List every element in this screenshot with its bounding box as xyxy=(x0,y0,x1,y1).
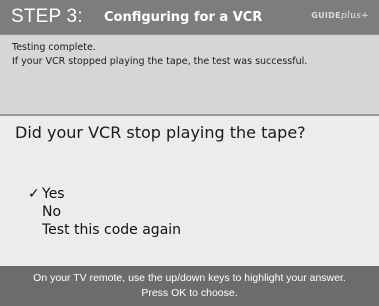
option-label: Test this code again xyxy=(42,222,182,238)
status-line-1: Testing complete. xyxy=(12,42,96,53)
logo-plus-text: plus+ xyxy=(340,11,369,21)
option-label: No xyxy=(42,204,62,220)
option-label: Yes xyxy=(42,186,65,202)
status-line-2: If your VCR stopped playing the tape, th… xyxy=(12,56,308,67)
option-yes[interactable]: ✓ Yes xyxy=(0,186,379,204)
guide-plus-logo: GUIDEplus+ xyxy=(311,11,369,21)
answer-options: ✓ Yes No Test this code again xyxy=(0,186,379,240)
option-no[interactable]: No xyxy=(0,204,379,222)
checkmark-icon: ✓ xyxy=(28,186,40,202)
page-title: Configuring for a VCR xyxy=(104,10,263,25)
option-test-again[interactable]: Test this code again xyxy=(0,222,379,240)
status-panel: Testing complete. If your VCR stopped pl… xyxy=(0,35,379,114)
logo-text: GUIDE xyxy=(311,11,341,20)
instruction-line-1: On your TV remote, use the up/down keys … xyxy=(33,272,346,284)
header-bar: STEP 3: Configuring for a VCR GUIDEplus+ xyxy=(0,0,379,35)
instruction-line-2: Press OK to choose. xyxy=(141,287,238,299)
guide-plus-setup-screen: STEP 3: Configuring for a VCR GUIDEplus+… xyxy=(0,0,379,306)
instructions-footer: On your TV remote, use the up/down keys … xyxy=(0,266,379,306)
question-text: Did your VCR stop playing the tape? xyxy=(15,123,306,142)
question-panel: Did your VCR stop playing the tape? ✓ Ye… xyxy=(0,116,379,266)
step-number: STEP 3: xyxy=(11,6,83,27)
